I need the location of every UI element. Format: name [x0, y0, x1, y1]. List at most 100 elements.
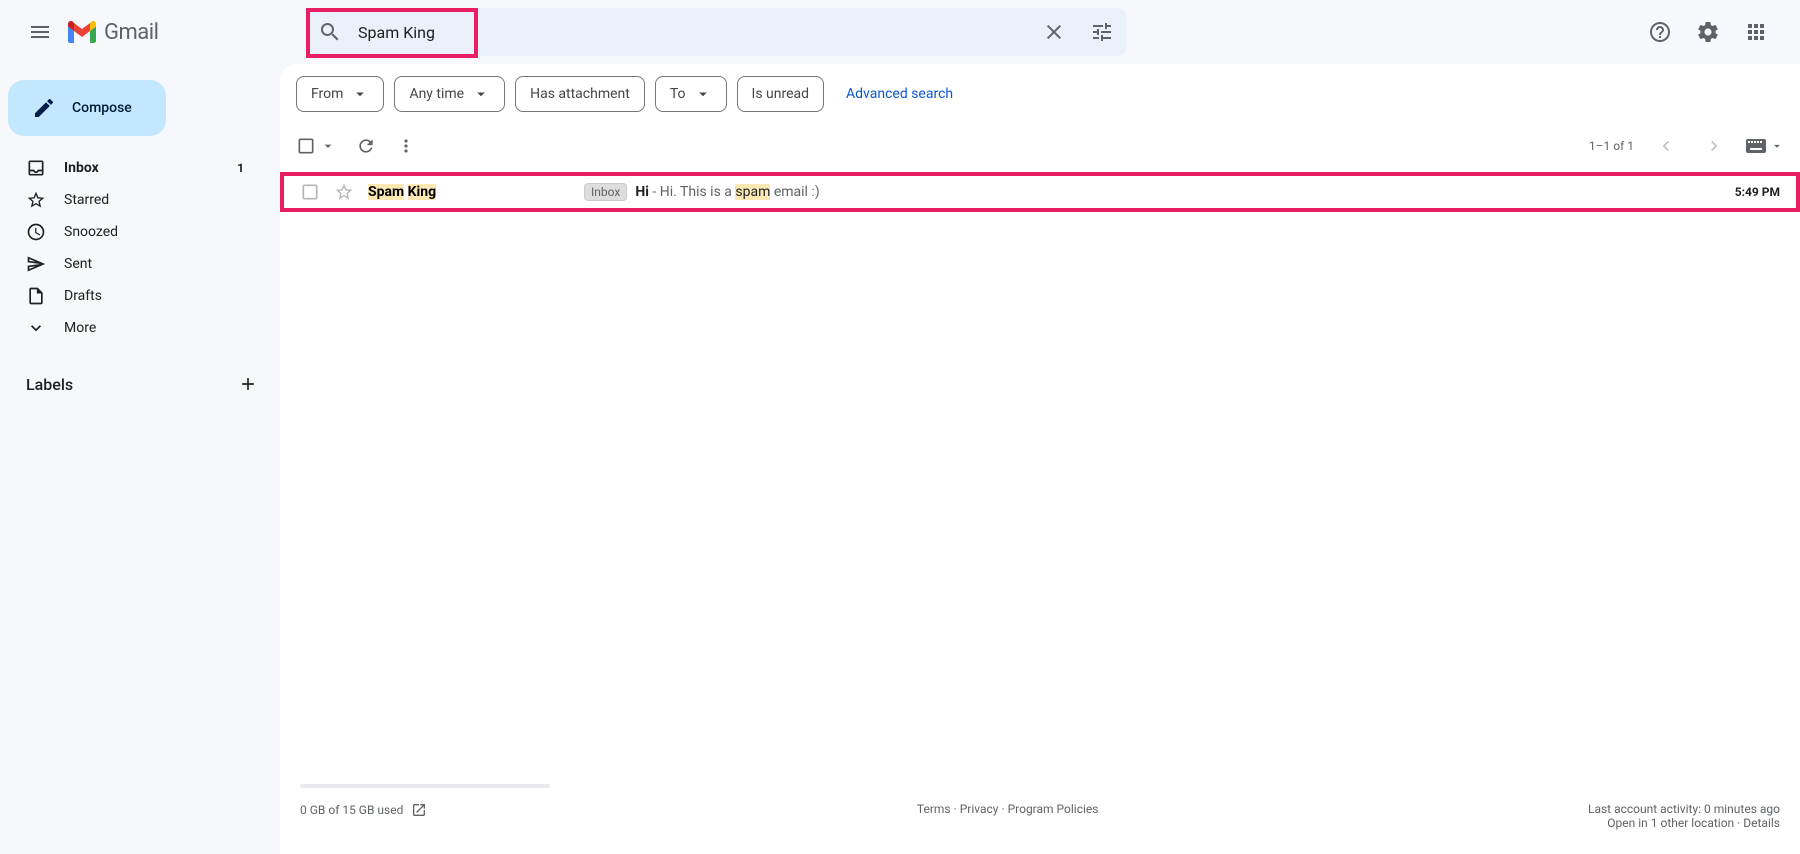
- activity-text: Last account activity: 0 minutes ago: [1588, 802, 1780, 816]
- more-actions-button[interactable]: [396, 136, 416, 156]
- settings-button[interactable]: [1688, 12, 1728, 52]
- filter-attachment[interactable]: Has attachment: [515, 76, 645, 112]
- footer-links: Terms · Privacy · Program Policies: [917, 802, 1099, 816]
- gmail-icon: [68, 21, 96, 43]
- gear-icon: [1696, 20, 1720, 44]
- sidebar-item-sent[interactable]: Sent: [0, 248, 264, 280]
- toolbar-left: [296, 136, 416, 156]
- search-options-button[interactable]: [1078, 8, 1126, 56]
- header: Gmail: [0, 0, 1800, 64]
- details-link[interactable]: Details: [1743, 816, 1780, 830]
- search-input[interactable]: [354, 23, 1030, 42]
- sender-highlight: King: [408, 184, 436, 200]
- star-outline-icon: [334, 182, 354, 202]
- sidebar-item-label: Starred: [64, 192, 252, 208]
- pagination-text: 1–1 of 1: [1589, 139, 1634, 153]
- sidebar-item-label: Snoozed: [64, 224, 252, 240]
- checkbox-icon: [300, 182, 320, 202]
- sidebar-item-inbox[interactable]: Inbox 1: [0, 152, 264, 184]
- inbox-count: 1: [237, 161, 244, 175]
- row-star-button[interactable]: [334, 182, 354, 202]
- tune-icon: [1090, 20, 1114, 44]
- advanced-search-link[interactable]: Advanced search: [846, 86, 953, 102]
- row-subject: Hi: [635, 184, 649, 200]
- search-container: [306, 8, 1126, 56]
- sidebar-item-drafts[interactable]: Drafts: [0, 280, 264, 312]
- sidebar-item-snoozed[interactable]: Snoozed: [0, 216, 264, 248]
- select-all-checkbox[interactable]: [296, 136, 336, 156]
- logo-section: Gmail: [68, 20, 306, 45]
- filter-label: Any time: [409, 86, 464, 102]
- filter-label: Is unread: [752, 86, 810, 102]
- email-row[interactable]: Spam King Inbox Hi - Hi. This is a spam …: [280, 172, 1800, 212]
- footer: 0 GB of 15 GB used Terms · Privacy · Pro…: [280, 772, 1800, 854]
- search-clear-button[interactable]: [1030, 8, 1078, 56]
- pencil-icon: [32, 96, 56, 120]
- sidebar-item-starred[interactable]: Starred: [0, 184, 264, 216]
- policies-link[interactable]: Program Policies: [1008, 802, 1099, 816]
- footer-storage: 0 GB of 15 GB used: [300, 802, 427, 818]
- dropdown-icon: [320, 138, 336, 154]
- apps-icon: [1744, 20, 1768, 44]
- sender-highlight: Spam: [368, 184, 404, 200]
- sidebar: Compose Inbox 1 Starred Snoozed Sent Dra…: [0, 64, 280, 854]
- filter-unread[interactable]: Is unread: [737, 76, 825, 112]
- support-button[interactable]: [1640, 12, 1680, 52]
- filter-anytime[interactable]: Any time: [394, 76, 505, 112]
- refresh-button[interactable]: [356, 136, 376, 156]
- filter-label: Has attachment: [530, 86, 630, 102]
- gmail-logo[interactable]: Gmail: [68, 20, 158, 45]
- footer-activity: Last account activity: 0 minutes ago Ope…: [1588, 802, 1780, 830]
- sidebar-item-label: More: [64, 320, 252, 336]
- filter-to[interactable]: To: [655, 76, 727, 112]
- dropdown-icon: [1770, 139, 1784, 153]
- open-in-new-icon[interactable]: [411, 802, 427, 818]
- menu-icon: [28, 20, 52, 44]
- row-snippet: - Hi. This is a spam email :): [649, 184, 820, 200]
- compose-button[interactable]: Compose: [8, 80, 166, 136]
- terms-link[interactable]: Terms: [917, 802, 951, 816]
- labels-title: Labels: [26, 375, 73, 394]
- row-content: Inbox Hi - Hi. This is a spam email :): [584, 183, 1735, 201]
- privacy-link[interactable]: Privacy: [960, 802, 999, 816]
- file-icon: [26, 286, 46, 306]
- sidebar-item-more[interactable]: More: [0, 312, 264, 344]
- chevron-left-icon: [1656, 136, 1676, 156]
- input-tools-button[interactable]: [1746, 139, 1784, 153]
- apps-button[interactable]: [1736, 12, 1776, 52]
- chevron-down-icon: [26, 318, 46, 338]
- send-icon: [26, 254, 46, 274]
- plus-icon: [238, 374, 258, 394]
- add-label-button[interactable]: [236, 372, 260, 396]
- older-button[interactable]: [1698, 130, 1730, 162]
- dropdown-icon: [351, 85, 369, 103]
- open-location-link[interactable]: Open in 1 other location: [1607, 816, 1734, 830]
- toolbar-right: 1–1 of 1: [1589, 130, 1784, 162]
- storage-text: 0 GB of 15 GB used: [300, 803, 403, 817]
- search-button[interactable]: [306, 8, 354, 56]
- search-icon: [318, 20, 342, 44]
- refresh-icon: [356, 136, 376, 156]
- more-vert-icon: [396, 136, 416, 156]
- dropdown-icon: [472, 85, 490, 103]
- inbox-label-chip[interactable]: Inbox: [584, 183, 627, 201]
- chevron-right-icon: [1704, 136, 1724, 156]
- row-checkbox[interactable]: [300, 182, 320, 202]
- sidebar-item-label: Inbox: [64, 160, 237, 176]
- newer-button[interactable]: [1650, 130, 1682, 162]
- dropdown-icon: [694, 85, 712, 103]
- row-time: 5:49 PM: [1735, 185, 1780, 199]
- filter-from[interactable]: From: [296, 76, 384, 112]
- star-icon: [26, 190, 46, 210]
- toolbar: 1–1 of 1: [280, 124, 1800, 172]
- clock-icon: [26, 222, 46, 242]
- compose-label: Compose: [72, 100, 132, 116]
- header-right: [1640, 12, 1792, 52]
- sidebar-item-label: Sent: [64, 256, 252, 272]
- main-menu-button[interactable]: [16, 8, 64, 56]
- content: Compose Inbox 1 Starred Snoozed Sent Dra…: [0, 64, 1800, 854]
- search-filters: From Any time Has attachment To Is unrea…: [280, 64, 1800, 124]
- filter-label: From: [311, 86, 343, 102]
- keyboard-icon: [1746, 139, 1766, 153]
- labels-header: Labels: [0, 368, 280, 400]
